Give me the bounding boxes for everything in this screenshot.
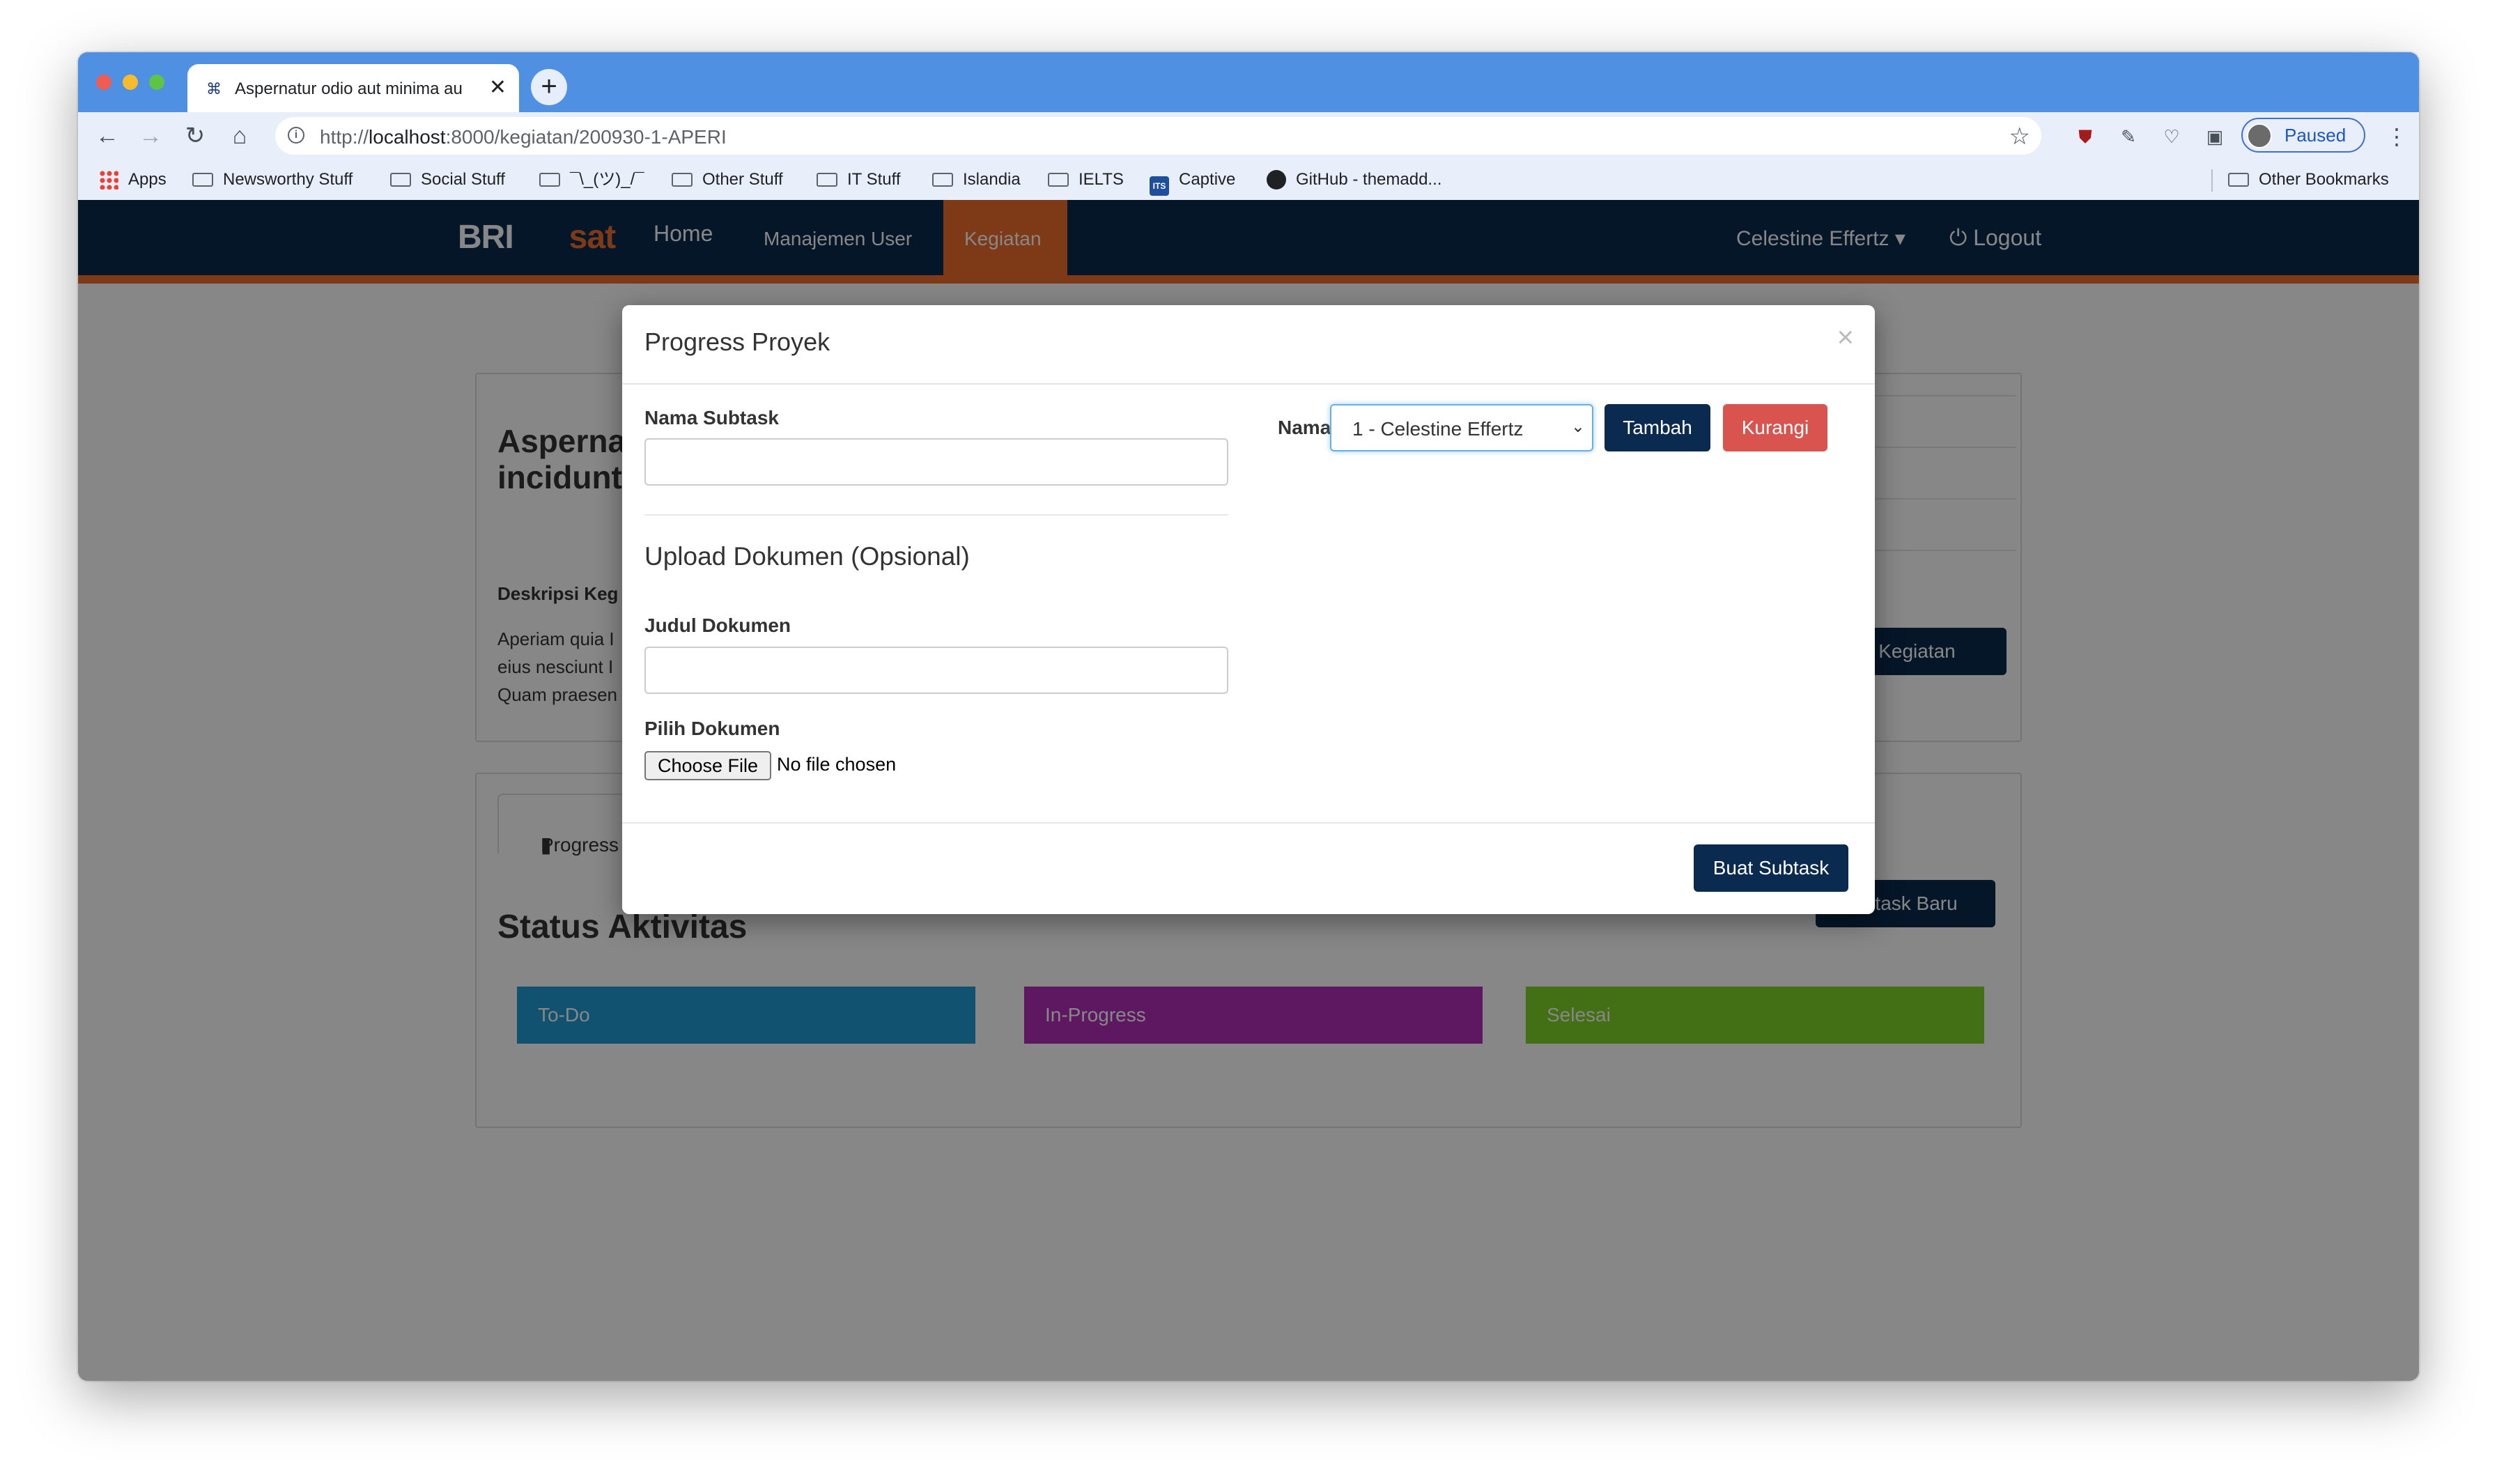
apps-grid-icon: [99, 170, 118, 190]
subtask-name-label: Nama Subtask: [644, 407, 779, 428]
doc-title-label: Judul Dokumen: [644, 615, 791, 636]
address-bar[interactable]: i http://localhost:8000/kegiatan/200930-…: [275, 117, 2041, 155]
file-label: Pilih Dokumen: [644, 718, 780, 739]
bookmark-other-stuff[interactable]: Other Stuff: [672, 169, 783, 190]
forward-icon[interactable]: →: [137, 122, 164, 150]
folder-icon: [390, 173, 411, 187]
name-label: Nama: [1278, 417, 1331, 438]
folder-icon: [932, 173, 953, 187]
chevron-down-icon: ⌄: [1570, 417, 1585, 436]
bookmark-shrug[interactable]: ¯\_(ツ)_/¯: [539, 169, 644, 190]
tab-title: Aspernatur odio aut minima au: [235, 79, 463, 98]
remove-member-button[interactable]: Kurangi: [1723, 404, 1827, 451]
browser-window: ⌘ Aspernatur odio aut minima au ✕ + ← → …: [78, 52, 2419, 1381]
member-select-value: 1 - Celestine Effertz: [1352, 418, 1524, 440]
doc-title-input[interactable]: [644, 647, 1228, 694]
tab-strip: ⌘ Aspernatur odio aut minima au ✕ +: [78, 52, 2419, 112]
maximize-window-button[interactable]: [149, 75, 164, 90]
folder-icon: [672, 173, 693, 187]
progress-modal: Progress Proyek × Nama Subtask Upload Do…: [622, 305, 1875, 914]
minimize-window-button[interactable]: [123, 75, 138, 90]
browser-tab[interactable]: ⌘ Aspernatur odio aut minima au ✕: [187, 64, 519, 112]
add-member-button[interactable]: Tambah: [1605, 404, 1710, 451]
close-window-button[interactable]: [96, 75, 111, 90]
divider: [644, 514, 1228, 516]
bookmark-other-bookmarks[interactable]: Other Bookmarks: [2228, 169, 2389, 190]
folder-icon: [2228, 173, 2249, 187]
star-icon[interactable]: ☆: [2009, 123, 2030, 150]
web-page: BRI sat Home Manajemen User Kegiatan Cele…: [78, 200, 2419, 1381]
info-icon[interactable]: i: [288, 127, 304, 144]
bookmark-islandia[interactable]: Islandia: [932, 169, 1021, 190]
folder-icon: [817, 173, 837, 187]
choose-file-button[interactable]: Choose File: [644, 751, 771, 780]
bookmark-captive[interactable]: ITS Captive: [1150, 169, 1235, 196]
bookmark-github[interactable]: GitHub - themadd...: [1267, 169, 1441, 190]
bookmark-it-stuff[interactable]: IT Stuff: [817, 169, 901, 190]
its-icon: ITS: [1150, 176, 1169, 196]
close-tab-icon[interactable]: ✕: [489, 77, 507, 99]
member-select[interactable]: 1 - Celestine Effertz ⌄: [1330, 404, 1593, 451]
file-status-text: No file chosen: [777, 754, 897, 775]
pocket-icon[interactable]: ♡: [2161, 126, 2182, 147]
profile-button[interactable]: Paused: [2241, 118, 2365, 153]
bookmark-ielts[interactable]: IELTS: [1048, 169, 1124, 190]
close-icon[interactable]: ×: [1837, 320, 1854, 354]
modal-header: Progress Proyek ×: [622, 305, 1875, 385]
modal-title: Progress Proyek: [644, 327, 830, 356]
folder-icon: [539, 173, 560, 187]
upload-heading: Upload Dokumen (Opsional): [644, 542, 970, 571]
bookmark-apps[interactable]: Apps: [99, 169, 167, 190]
lock-icon[interactable]: ▣: [2204, 126, 2225, 147]
url-text[interactable]: http://localhost:8000/kegiatan/200930-1-…: [320, 126, 727, 148]
folder-icon: [192, 173, 213, 187]
create-subtask-button[interactable]: Buat Subtask: [1694, 844, 1848, 892]
subtask-name-input[interactable]: [644, 438, 1228, 486]
menu-icon[interactable]: ⋮: [2386, 123, 2408, 150]
github-icon: [1267, 170, 1286, 190]
back-icon[interactable]: ←: [93, 122, 121, 150]
browser-toolbar: ← → ↻ ⌂ i http://localhost:8000/kegiatan…: [78, 112, 2419, 160]
reload-icon[interactable]: ↻: [181, 122, 209, 150]
bookmark-social[interactable]: Social Stuff: [390, 169, 505, 190]
bookmarks-bar: Apps Newsworthy Stuff Social Stuff ¯\_(ツ…: [78, 160, 2419, 201]
extension-icon[interactable]: ✎: [2118, 126, 2139, 147]
new-tab-button[interactable]: +: [531, 69, 567, 105]
home-icon[interactable]: ⌂: [226, 122, 254, 150]
paused-label: Paused: [2285, 125, 2347, 146]
bookmarks-separator: [2211, 169, 2213, 192]
bookmark-newsworthy[interactable]: Newsworthy Stuff: [192, 169, 353, 190]
satellite-icon: ⌘: [206, 80, 222, 98]
modal-footer-divider: [622, 822, 1875, 824]
avatar: [2247, 123, 2272, 148]
ublock-icon[interactable]: ⛊: [2075, 126, 2096, 147]
folder-icon: [1048, 173, 1069, 187]
